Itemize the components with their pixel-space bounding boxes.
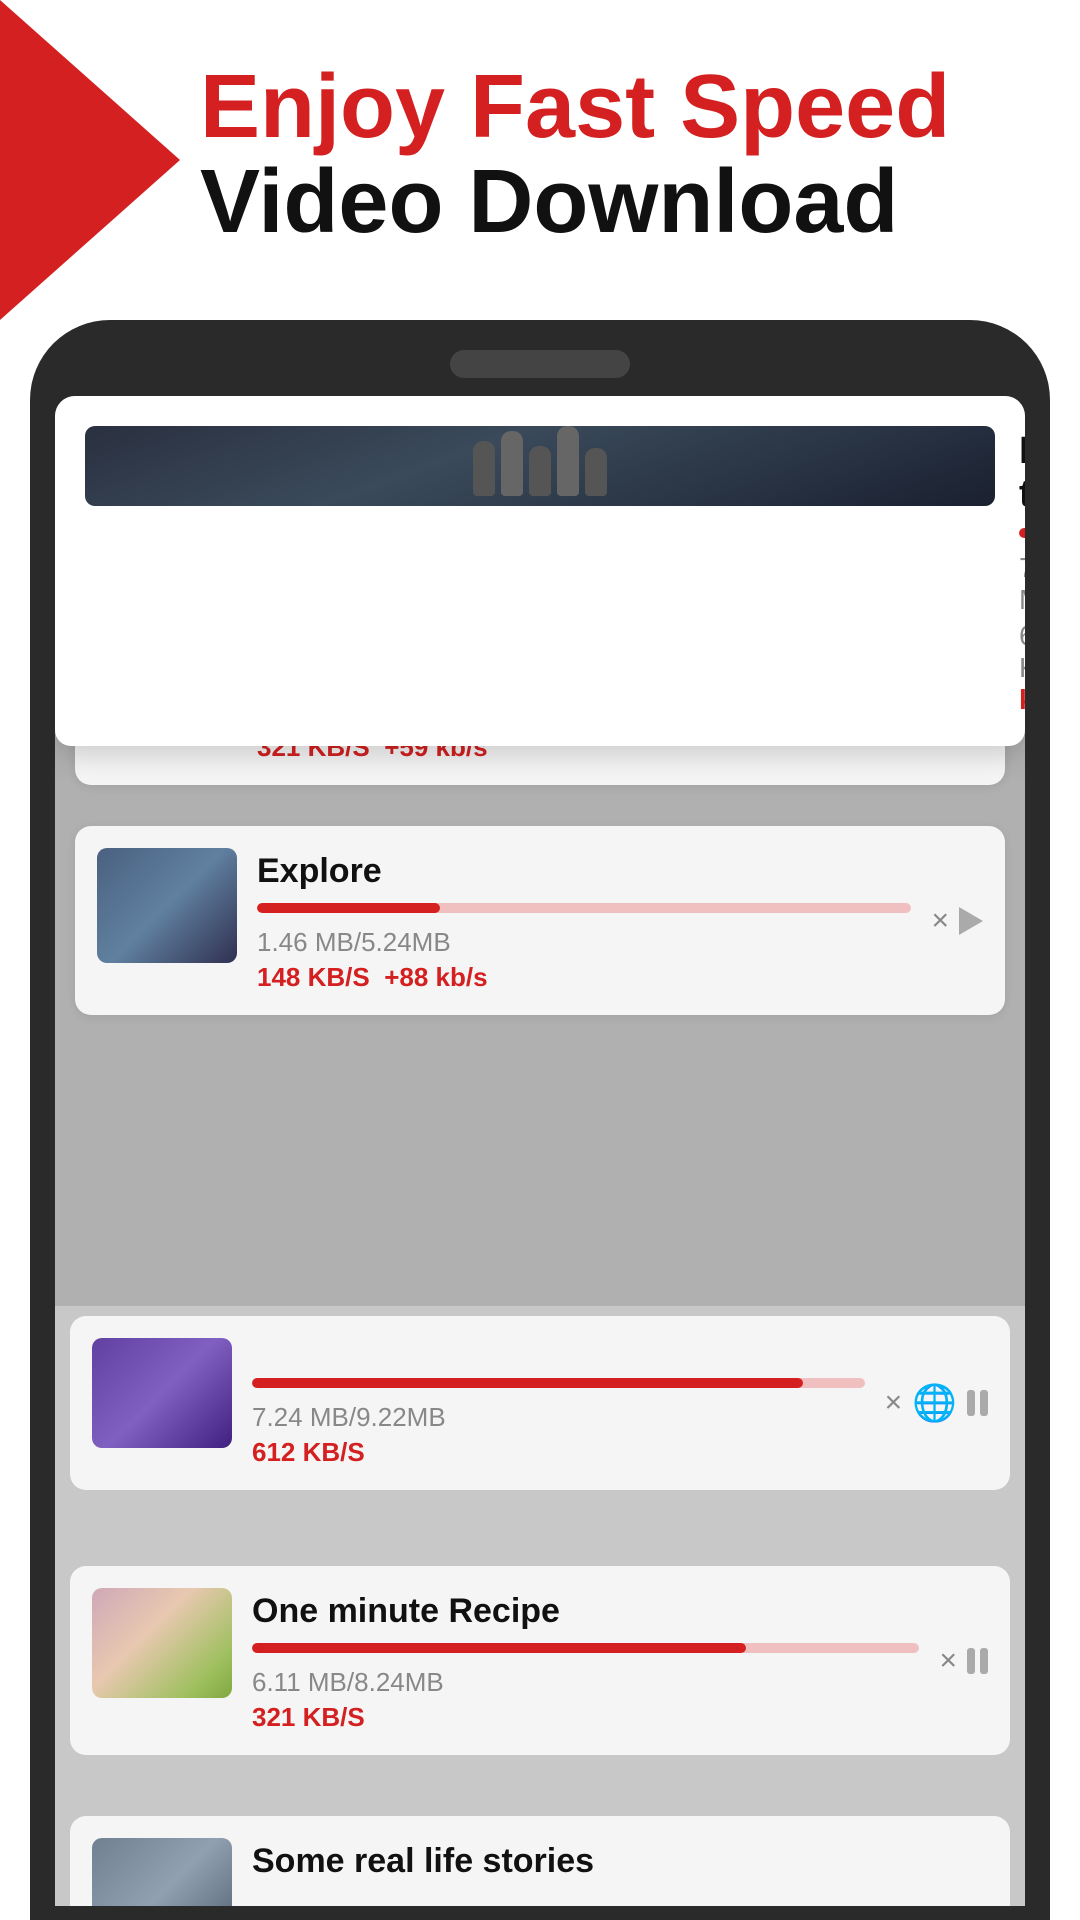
card-learn-size: 7.24 MB/9.22MB [1019, 552, 1025, 616]
header-section: Enjoy Fast Speed Video Download [200, 60, 1040, 249]
card-learn-to-code: Learn to Code 7.24 MB/9.22MB 612 KB/S +1… [55, 396, 1025, 746]
header-line2: Video Download [200, 155, 1040, 250]
cards-area: Learn to Code 7.24 MB/9.22MB 612 KB/S +1… [55, 396, 1025, 1906]
card-item1-title [252, 1342, 865, 1362]
phone-speaker [450, 350, 630, 378]
card-item1-size: 7.24 MB/9.22MB [252, 1402, 865, 1433]
card-item1: 7.24 MB/9.22MB 612 KB/S × 🌐 [70, 1316, 1010, 1490]
card-item2-size: 6.11 MB/8.24MB [252, 1667, 919, 1698]
card-item1-info: 7.24 MB/9.22MB 612 KB/S [252, 1338, 865, 1468]
card-item3-info: Some real life stories [252, 1838, 988, 1893]
header-line1: Enjoy Fast Speed [200, 60, 1040, 155]
thumb-recipe2 [92, 1588, 232, 1698]
card-explore-size: 1.46 MB/5.24MB [257, 927, 911, 958]
card-learn-progress-fill [1019, 528, 1025, 538]
bottom-cards-area: 7.24 MB/9.22MB 612 KB/S × 🌐 [55, 1306, 1025, 1906]
card-explore-info: Explore 1.46 MB/5.24MB 148 KB/S +88 kb/s [257, 848, 911, 993]
card-item1-actions: × 🌐 [885, 1382, 988, 1424]
card-explore-title: Explore [257, 852, 911, 891]
card-explore-play-button[interactable] [959, 907, 983, 935]
card-explore: Explore 1.46 MB/5.24MB 148 KB/S +88 kb/s… [75, 826, 1005, 1015]
thumb-purple [92, 1338, 232, 1448]
card-item2-progress-bg [252, 1643, 919, 1653]
card-explore-actions: × [931, 906, 983, 936]
card-explore-progress-fill [257, 903, 440, 913]
card-item2-progress-fill [252, 1643, 746, 1653]
card-explore-speed: 148 KB/S +88 kb/s [257, 962, 911, 993]
card-item3: Some real life stories [70, 1816, 1010, 1906]
card-learn-progress-bg [1019, 528, 1025, 538]
card-learn-speed: 612 KB/S +125 kb/s [1019, 620, 1025, 716]
card-explore-progress-bg [257, 903, 911, 913]
card-item2: One minute Recipe 6.11 MB/8.24MB 321 KB/… [70, 1566, 1010, 1755]
card-item1-close-button[interactable]: × [885, 1388, 903, 1418]
card-item1-speed: 612 KB/S [252, 1437, 865, 1468]
card-explore-close-button[interactable]: × [931, 906, 949, 936]
thumb-learn-to-code [85, 426, 995, 506]
thumb-stories [92, 1838, 232, 1906]
card-item1-pause-button[interactable] [967, 1390, 988, 1416]
card-item2-info: One minute Recipe 6.11 MB/8.24MB 321 KB/… [252, 1588, 919, 1733]
phone-mockup: Learn to Code 7.24 MB/9.22MB 612 KB/S +1… [30, 320, 1050, 1920]
thumb-explore [97, 848, 237, 963]
card-item3-title: Some real life stories [252, 1842, 988, 1881]
phone-screen: Learn to Code 7.24 MB/9.22MB 612 KB/S +1… [55, 396, 1025, 1906]
card-item1-progress-bg [252, 1378, 865, 1388]
card-learn-info: Learn to Code 7.24 MB/9.22MB 612 KB/S +1… [1019, 426, 1025, 716]
card-item2-title: One minute Recipe [252, 1592, 919, 1631]
card-item2-actions: × [939, 1646, 988, 1676]
card-item2-speed: 321 KB/S [252, 1702, 919, 1733]
globe-icon: 🌐 [912, 1382, 957, 1424]
card-item1-progress-fill [252, 1378, 803, 1388]
card-learn-title: Learn to Code [1019, 430, 1025, 516]
card-item2-pause-button[interactable] [967, 1648, 988, 1674]
card-item2-close-button[interactable]: × [939, 1646, 957, 1676]
decorative-arrow [0, 0, 180, 320]
